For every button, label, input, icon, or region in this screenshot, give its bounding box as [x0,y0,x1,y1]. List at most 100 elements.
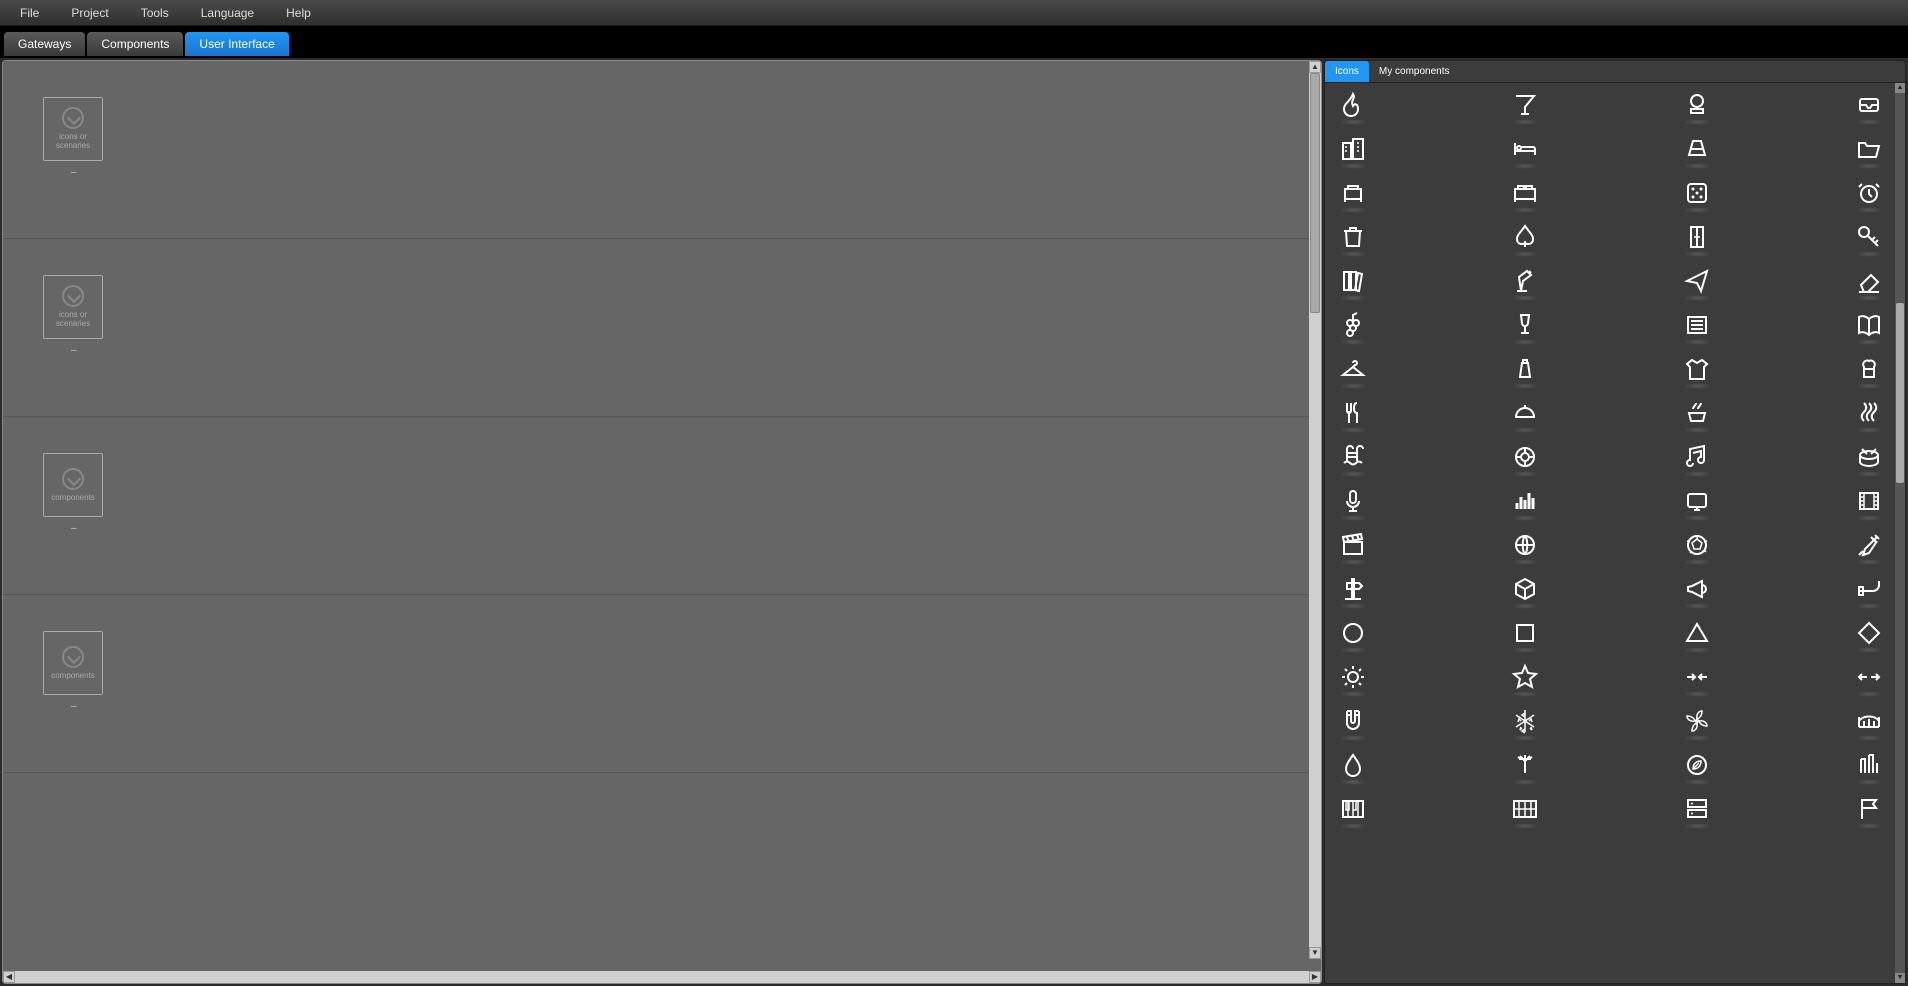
menu-tools[interactable]: Tools [141,6,169,20]
desk-lamp-icon[interactable] [1505,261,1545,301]
side-vscrollbar[interactable]: ▲ ▼ [1895,83,1905,983]
dice-icon[interactable] [1677,173,1717,213]
syringe-icon[interactable] [1849,525,1889,565]
side-tab-icons[interactable]: Icons [1325,61,1369,82]
signpost-icon[interactable] [1333,569,1373,609]
placeholder-drop-target[interactable]: icons or scenaries [43,275,103,339]
bars-icon[interactable] [1849,745,1889,785]
canvas-row[interactable]: components– [3,595,1321,773]
heat-icon[interactable] [1849,393,1889,433]
eraser-icon[interactable] [1849,261,1889,301]
perspective-icon[interactable] [1677,129,1717,169]
scroll-right-button[interactable]: ▶ [1309,971,1321,983]
bridge-icon[interactable] [1849,701,1889,741]
chef-icon[interactable] [1849,349,1889,389]
placeholder-drop-target[interactable]: icons or scenaries [43,97,103,161]
scroll-up-button[interactable]: ▲ [1309,61,1321,73]
sprinkler-icon[interactable] [1505,745,1545,785]
spade-icon[interactable] [1505,217,1545,257]
piano-icon[interactable] [1333,789,1373,829]
canvas-row[interactable]: icons or scenaries – [3,61,1321,239]
side-vscroll-thumb[interactable] [1896,303,1904,483]
canvas-viewport[interactable]: icons or scenaries–icons or scenaries–co… [3,61,1321,971]
snowflake-icon[interactable] [1505,701,1545,741]
mic-icon[interactable] [1333,481,1373,521]
menu-language[interactable]: Language [201,6,254,20]
scroll-left-button[interactable]: ◀ [3,971,15,983]
flag-icon[interactable] [1849,789,1889,829]
key-icon[interactable] [1849,217,1889,257]
droplet-icon[interactable] [1333,745,1373,785]
film-icon[interactable] [1849,481,1889,521]
side-tab-my-components[interactable]: My components [1369,61,1460,82]
fire-icon[interactable] [1333,85,1373,125]
tab-gateways[interactable]: Gateways [4,32,85,56]
canvas-row[interactable]: components– [3,417,1321,595]
scroll-down-button[interactable]: ▼ [1309,947,1321,959]
tab-components[interactable]: Components [87,32,183,56]
buildings-icon[interactable] [1333,129,1373,169]
square-icon[interactable] [1505,613,1545,653]
music-icon[interactable] [1677,437,1717,477]
drum-icon[interactable] [1849,437,1889,477]
row-sublabel: – [71,167,77,178]
book-open-icon[interactable] [1849,305,1889,345]
fan-icon[interactable] [1677,701,1717,741]
grapes-icon[interactable] [1333,305,1373,345]
menu-help[interactable]: Help [286,6,311,20]
side-scroll-up-button[interactable]: ▲ [1895,83,1905,93]
star-icon[interactable] [1505,657,1545,697]
placeholder-drop-target[interactable]: components [43,631,103,695]
diamond-icon[interactable] [1849,613,1889,653]
canvas-hscrollbar[interactable]: ◀ ▶ [3,971,1321,983]
tshirt-icon[interactable] [1677,349,1717,389]
leaf-circle-icon[interactable] [1677,745,1717,785]
menu-file[interactable]: File [20,6,39,20]
magnet-icon[interactable] [1333,701,1373,741]
wine-icon[interactable] [1505,305,1545,345]
circle-icon[interactable] [1333,613,1373,653]
folder-open-icon[interactable] [1849,129,1889,169]
pipe-icon[interactable] [1849,569,1889,609]
keyboard-icon[interactable] [1505,789,1545,829]
cloche-icon[interactable] [1505,393,1545,433]
menu-project[interactable]: Project [71,6,108,20]
bed-double-icon[interactable] [1505,173,1545,213]
side-scroll-down-button[interactable]: ▼ [1895,973,1905,983]
placeholder-drop-target[interactable]: components [43,453,103,517]
alarm-icon[interactable] [1849,173,1889,213]
equalizer-icon[interactable] [1505,481,1545,521]
expand-icon[interactable] [1849,657,1889,697]
canvas-row[interactable]: icons or scenaries– [3,239,1321,417]
compress-icon[interactable] [1677,657,1717,697]
inbox-icon[interactable] [1849,85,1889,125]
triangle-icon[interactable] [1677,613,1717,653]
tv-icon[interactable] [1677,481,1717,521]
placeholder-label: icons or scenaries [46,311,100,329]
globe-icon[interactable] [1505,525,1545,565]
hanger-icon[interactable] [1333,349,1373,389]
cocktail-icon[interactable] [1505,85,1545,125]
bed-single-icon[interactable] [1333,173,1373,213]
megaphone-icon[interactable] [1677,569,1717,609]
books-icon[interactable] [1333,261,1373,301]
soccer-icon[interactable] [1677,525,1717,565]
pool-icon[interactable] [1333,437,1373,477]
sun-icon[interactable] [1333,657,1373,697]
ac-unit-icon[interactable] [1677,85,1717,125]
trash-icon[interactable] [1333,217,1373,257]
lifebuoy-icon[interactable] [1505,437,1545,477]
door-icon[interactable] [1677,217,1717,257]
send-icon[interactable] [1677,261,1717,301]
tab-user-interface[interactable]: User Interface [185,32,288,56]
salt-icon[interactable] [1505,349,1545,389]
server-icon[interactable] [1677,789,1717,829]
list-icon[interactable] [1677,305,1717,345]
clapper-icon[interactable] [1333,525,1373,565]
canvas-vscroll-thumb[interactable] [1310,73,1320,313]
bed-icon[interactable] [1505,129,1545,169]
cube-icon[interactable] [1505,569,1545,609]
utensils-icon[interactable] [1333,393,1373,433]
canvas-vscrollbar[interactable]: ▲ ▼ [1309,61,1321,959]
steamer-icon[interactable] [1677,393,1717,433]
